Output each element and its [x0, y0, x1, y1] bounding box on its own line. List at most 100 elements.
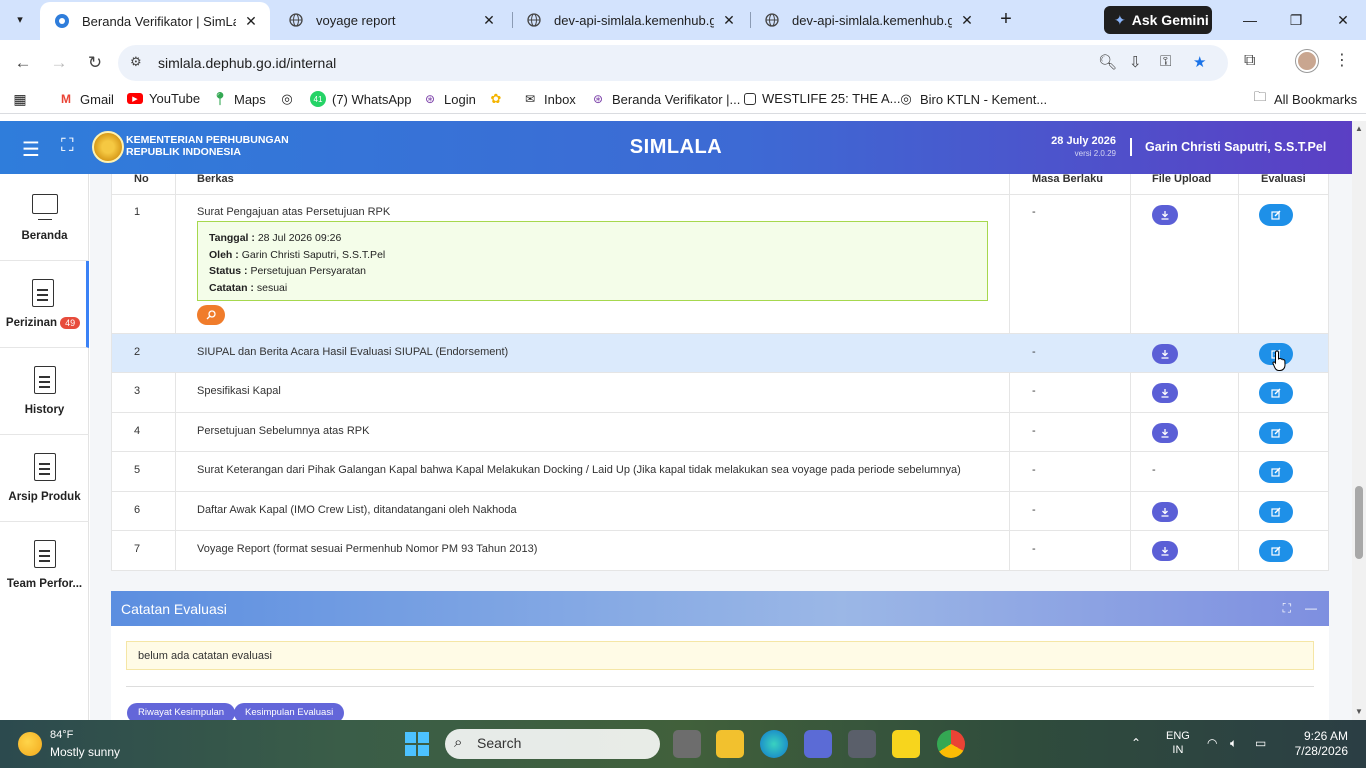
evaluate-button[interactable] — [1259, 501, 1293, 523]
file-explorer-icon[interactable] — [716, 730, 744, 758]
chevron-up-icon[interactable]: ⌃ — [1131, 736, 1141, 750]
windows-start-icon[interactable] — [405, 732, 429, 756]
bookmark-whatsapp[interactable]: 41 (7) WhatsApp — [310, 91, 411, 107]
collapse-icon[interactable]: — — [1305, 601, 1317, 616]
folder-icon: 🗀 — [1253, 89, 1267, 104]
tab-search-icon[interactable]: ▾ — [7, 6, 33, 32]
weather-description[interactable]: Mostly sunny — [50, 745, 120, 759]
close-tab-icon[interactable]: ✕ — [480, 12, 498, 29]
wifi-icon[interactable]: ◠ — [1207, 736, 1217, 750]
all-bookmarks[interactable]: 🗀 All Bookmarks — [1252, 89, 1357, 107]
close-window-icon[interactable]: ✕ — [1320, 0, 1366, 40]
bookmark-globe[interactable]: ◎ — [279, 91, 295, 107]
extensions-icon[interactable]: ⧉ — [1244, 52, 1255, 70]
clock-date: 7/28/2026 — [1294, 744, 1348, 758]
scroll-up-icon[interactable]: ▲ — [1355, 124, 1363, 133]
apps-grid-icon[interactable]: ▦ — [12, 91, 28, 107]
zoom-icon[interactable]: 🔍︎ — [1098, 53, 1117, 71]
profile-avatar[interactable] — [1296, 50, 1318, 72]
riwayat-kesimpulan-button[interactable]: Riwayat Kesimpulan — [127, 703, 236, 720]
maximize-icon[interactable]: ⛶ — [1283, 601, 1291, 616]
reload-icon[interactable]: ↻ — [81, 49, 109, 77]
berkas-name: Surat Pengajuan atas Persetujuan RPK — [197, 206, 391, 218]
sidebar-item-team-performance[interactable]: Team Perfor... — [0, 522, 89, 609]
file-manager-icon[interactable] — [673, 730, 701, 758]
monitor-icon — [31, 194, 58, 220]
tab-voyage-report[interactable]: voyage report ✕ — [274, 0, 508, 40]
forward-icon[interactable]: → — [45, 49, 73, 77]
restore-icon[interactable]: ❐ — [1273, 0, 1319, 40]
download-button[interactable] — [1152, 502, 1178, 522]
evaluate-button[interactable] — [1259, 461, 1293, 483]
ask-gemini-button[interactable]: ✦ Ask Gemini — [1104, 6, 1212, 34]
bookmark-login[interactable]: ⊛ Login — [422, 91, 476, 107]
login-icon: ⊛ — [424, 92, 436, 106]
evaluate-button[interactable] — [1259, 422, 1293, 444]
menu-dots-icon[interactable]: ⋮ — [1334, 50, 1350, 70]
sidebar-item-arsip-produk[interactable]: Arsip Produk — [0, 435, 89, 522]
download-button[interactable] — [1152, 423, 1178, 443]
edge-browser-icon[interactable] — [760, 730, 788, 758]
bookmark-maps[interactable]: 📍︎ Maps — [212, 91, 266, 107]
scroll-thumb[interactable] — [1355, 486, 1363, 559]
catatan-evaluasi-card: Catatan Evaluasi ⛶ — belum ada catatan e… — [111, 591, 1329, 720]
back-icon[interactable]: ← — [9, 49, 37, 77]
catatan-label: Catatan : — [209, 281, 254, 294]
download-button[interactable] — [1152, 541, 1178, 561]
berkas-name: Persetujuan Sebelumnya atas RPK — [197, 425, 370, 437]
view-detail-button[interactable] — [197, 305, 225, 325]
search-icon: ⌕ — [454, 734, 463, 751]
bookmark-pinwheel[interactable]: ✿ — [488, 91, 504, 107]
close-tab-icon[interactable]: ✕ — [720, 12, 738, 29]
evaluate-button[interactable] — [1259, 204, 1293, 226]
sidebar-item-history[interactable]: History — [0, 348, 89, 435]
install-app-icon[interactable]: ⇩ — [1129, 53, 1142, 71]
password-key-icon[interactable]: ⚿ — [1160, 53, 1171, 70]
volume-icon[interactable]: 🔈︎ — [1230, 736, 1237, 751]
tab-dev-api-2[interactable]: dev-api-simlala.kemenhub.go.id ✕ — [750, 0, 986, 40]
chrome-browser-icon[interactable] — [937, 730, 965, 758]
user-name[interactable]: Garin Christi Saputri, S.S.T.Pel — [1145, 140, 1326, 154]
download-button[interactable] — [1152, 383, 1178, 403]
edit-icon — [1271, 388, 1281, 398]
whatsapp-icon: 41 — [310, 91, 326, 107]
battery-icon[interactable]: ▭ — [1255, 736, 1266, 750]
kesimpulan-evaluasi-button[interactable]: Kesimpulan Evaluasi — [234, 703, 345, 720]
evaluate-button[interactable] — [1259, 540, 1293, 562]
tab-dev-api-1[interactable]: dev-api-simlala.kemenhub.go.id ✕ — [512, 0, 748, 40]
close-tab-icon[interactable]: ✕ — [958, 12, 976, 29]
sticky-notes-icon[interactable] — [892, 730, 920, 758]
youtube-icon: ▶ — [127, 93, 143, 104]
download-button[interactable] — [1152, 205, 1178, 225]
bookmark-star-icon[interactable]: ★ — [1193, 53, 1206, 71]
minimize-icon[interactable]: — — [1227, 0, 1273, 40]
camera-app-icon[interactable] — [848, 730, 876, 758]
language-indicator[interactable]: ENG IN — [1166, 729, 1190, 757]
tab-beranda-verifikator[interactable]: Beranda Verifikator | SimLala ✕ — [40, 2, 270, 40]
vpn-app-icon[interactable] — [804, 730, 832, 758]
site-info-icon[interactable]: ⚙ — [130, 54, 142, 70]
login-icon: ⊛ — [592, 92, 604, 106]
document-icon — [32, 279, 54, 307]
sidebar-item-perizinan[interactable]: Perizinan 49 — [0, 261, 89, 348]
sidebar-item-beranda[interactable]: Beranda — [0, 174, 89, 261]
clock[interactable]: 9:26 AM 7/28/2026 — [1286, 729, 1348, 759]
scroll-down-icon[interactable]: ▼ — [1355, 707, 1363, 716]
weather-sun-icon[interactable] — [18, 732, 42, 756]
bookmark-westlife[interactable]: WESTLIFE 25: THE A... — [744, 91, 900, 106]
address-bar[interactable]: ⚙ simlala.dephub.go.id/internal 🔍︎ ⇩ ⚿ ★ — [118, 45, 1228, 81]
close-tab-icon[interactable]: ✕ — [242, 13, 260, 30]
weather-temperature[interactable]: 84°F — [50, 729, 73, 741]
bookmark-gmail[interactable]: M Gmail — [58, 91, 114, 107]
bookmark-inbox[interactable]: ✉ Inbox — [522, 91, 576, 107]
download-button[interactable] — [1152, 344, 1178, 364]
download-icon — [1161, 389, 1169, 398]
taskbar-search[interactable]: ⌕ Search — [445, 729, 660, 759]
bookmark-biro-ktln[interactable]: ◎ Biro KTLN - Kement... — [898, 91, 1047, 107]
bookmark-beranda[interactable]: ⊛ Beranda Verifikator |... — [590, 91, 740, 107]
evaluate-button[interactable] — [1259, 382, 1293, 404]
bookmark-youtube[interactable]: ▶ YouTube — [127, 91, 200, 106]
new-tab-button[interactable]: + — [994, 8, 1018, 32]
card-tools: ⛶ — — [1283, 601, 1317, 616]
page-scrollbar[interactable]: ▲ ▼ — [1352, 121, 1366, 720]
